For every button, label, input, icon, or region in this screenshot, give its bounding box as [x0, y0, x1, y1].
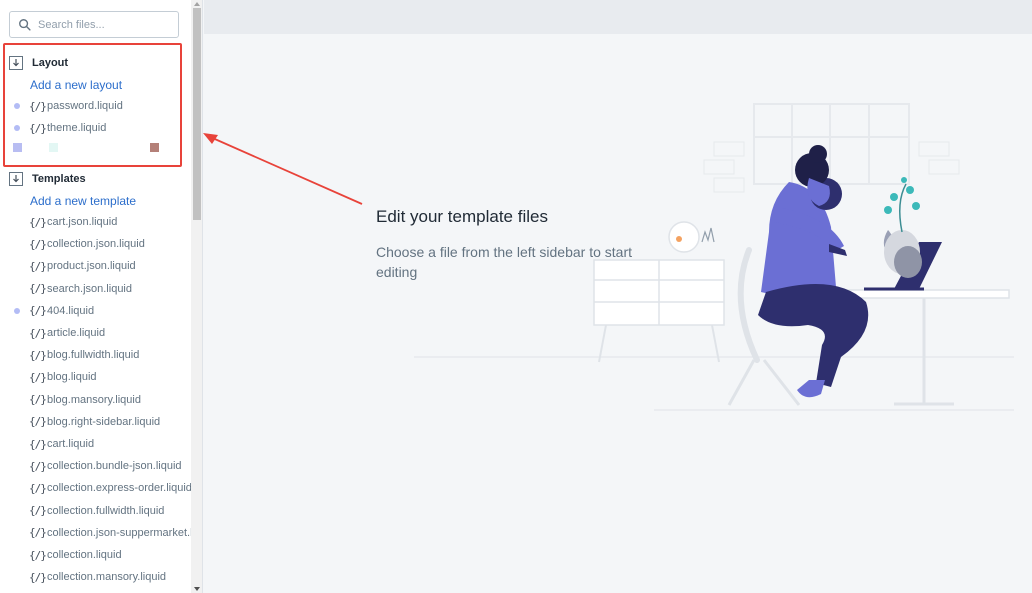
code-file-icon: {/} [29, 526, 47, 540]
file-name: collection.json.liquid [47, 238, 145, 251]
file-name: 404.liquid [47, 304, 95, 317]
file-item[interactable]: {/} collection.express-order.liquid [0, 479, 191, 497]
code-file-icon: {/} [29, 282, 47, 296]
scroll-down-arrow-icon[interactable] [193, 585, 201, 593]
code-file-icon: {/} [29, 326, 47, 340]
file-name: article.liquid [47, 327, 106, 339]
file-item[interactable]: {/} collection.mansory.liquid [0, 568, 191, 586]
file-name: blog.fullwidth.liquid [47, 349, 140, 362]
scroll-up-arrow-icon[interactable] [193, 0, 201, 8]
code-file-icon: {/} [29, 237, 47, 251]
file-name: cart.json.liquid [47, 216, 118, 228]
code-file-icon: {/} [29, 415, 47, 429]
file-item[interactable]: {/} product.json.liquid [0, 257, 191, 275]
file-name: search.json.liquid [47, 282, 132, 295]
code-file-icon: {/} [29, 504, 47, 518]
add-template-link[interactable]: Add a new template [30, 194, 136, 208]
modified-dot-icon [14, 307, 20, 314]
file-name: collection.bundle-json.liquid [47, 460, 182, 473]
file-item[interactable]: {/}collection.json-suppermarket.liquid [0, 524, 191, 542]
code-file-icon: {/} [29, 215, 47, 229]
code-file-icon: {/} [29, 304, 47, 318]
file-name: collection.fullwidth.liquid [47, 504, 165, 517]
search-icon [19, 19, 31, 31]
code-file-icon: {/} [29, 393, 47, 407]
file-item[interactable]: {/} search.json.liquid [0, 280, 191, 298]
editor-top-bar [204, 0, 1032, 34]
folder-download-icon [9, 172, 23, 186]
file-item[interactable]: {/} blog.liquid [0, 368, 191, 386]
file-name: collection.json-suppermarket.liquid [47, 526, 191, 539]
file-name: collection.express-order.liquid [47, 482, 191, 495]
annotation-arrow-icon [203, 133, 363, 205]
annotation-highlight-box [3, 43, 182, 167]
code-file-icon: {/} [29, 348, 47, 362]
file-item[interactable]: {/} blog.mansory.liquid [0, 391, 191, 409]
file-name: product.json.liquid [47, 260, 136, 273]
empty-state-description: Choose a file from the left sidebar to s… [376, 244, 633, 280]
file-name: blog.mansory.liquid [47, 393, 141, 406]
file-item[interactable]: {/} collection.liquid [0, 546, 191, 564]
file-item[interactable]: {/} blog.fullwidth.liquid [0, 346, 191, 364]
file-item[interactable]: {/} blog.right-sidebar.liquid [0, 413, 191, 431]
templates-folder-title: Templates [32, 173, 86, 185]
code-file-icon: {/} [29, 481, 47, 495]
file-item[interactable]: {/} cart.json.liquid [0, 213, 191, 231]
file-item[interactable]: {/} collection.json.liquid [0, 235, 191, 253]
code-file-icon: {/} [29, 459, 47, 473]
code-file-icon: {/} [29, 370, 47, 384]
file-name: blog.right-sidebar.liquid [47, 415, 161, 428]
templates-folder-header[interactable]: Templates [9, 170, 86, 188]
code-file-icon: {/} [29, 570, 47, 584]
file-name: blog.liquid [47, 371, 97, 384]
file-item[interactable]: {/} cart.liquid [0, 435, 191, 453]
file-item[interactable]: {/} article.liquid [0, 324, 191, 342]
file-item[interactable]: {/} collection.bundle-json.liquid [0, 457, 191, 475]
search-box[interactable] [9, 11, 179, 38]
code-file-icon: {/} [29, 437, 47, 451]
search-input[interactable] [38, 15, 174, 34]
file-name: cart.liquid [47, 438, 95, 450]
sidebar-scrollbar[interactable] [191, 0, 202, 593]
code-file-icon: {/} [29, 548, 47, 562]
file-item[interactable]: {/} 404.liquid [0, 302, 191, 320]
file-name: collection.mansory.liquid [47, 571, 167, 584]
code-file-icon: {/} [29, 259, 47, 273]
empty-state-title: Edit your template files [376, 207, 548, 226]
editor-main: Edit your template files Choose a file f… [204, 0, 1032, 593]
file-item[interactable]: {/} collection.fullwidth.liquid [0, 502, 191, 520]
file-name: collection.liquid [47, 549, 122, 561]
